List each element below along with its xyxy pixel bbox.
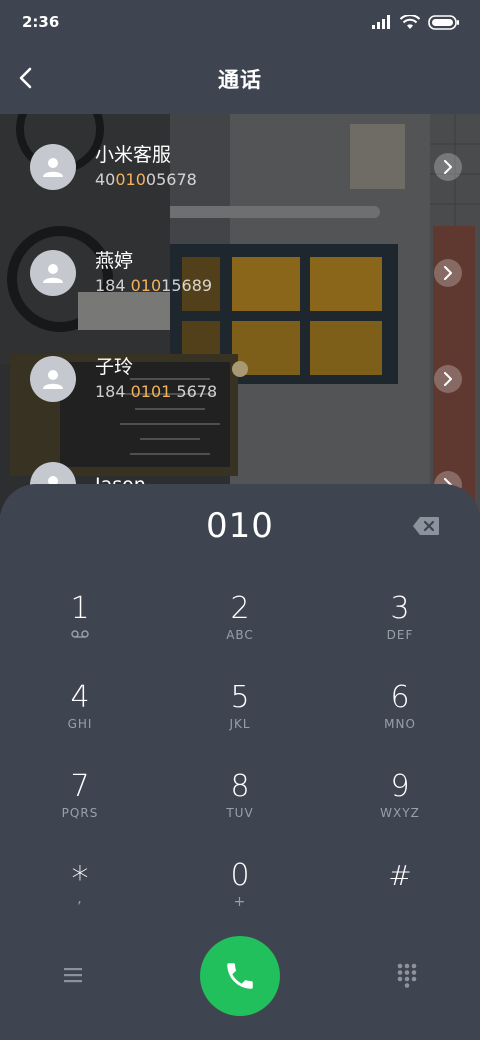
- key-0[interactable]: 0 +: [160, 859, 320, 947]
- chevron-right-icon: [444, 372, 452, 386]
- key-4[interactable]: 4 GHI: [0, 681, 160, 769]
- person-icon: [43, 158, 63, 177]
- wifi-icon: [400, 14, 420, 29]
- key-1[interactable]: 1: [0, 592, 160, 680]
- header: 通话: [0, 44, 480, 114]
- person-icon: [43, 370, 63, 389]
- contact-name: 燕婷: [95, 250, 134, 272]
- status-icons: [372, 14, 460, 30]
- key-6[interactable]: 6 MNO: [320, 681, 480, 769]
- back-button[interactable]: [12, 64, 40, 92]
- backspace-icon: [413, 517, 439, 535]
- avatar: [30, 250, 76, 296]
- page-title: 通话: [218, 68, 262, 92]
- avatar: [30, 144, 76, 190]
- match-highlight: 010: [115, 170, 146, 189]
- contact-results-list: 小米客服 4001005678 燕婷 184 01015689 子玲 184 0…: [0, 114, 480, 494]
- back-icon: [19, 67, 32, 89]
- key-3[interactable]: 3 DEF: [320, 592, 480, 680]
- contact-detail-button[interactable]: [434, 259, 462, 287]
- contact-detail-button[interactable]: [434, 365, 462, 393]
- contact-number: 184 01015689: [95, 276, 213, 295]
- call-button[interactable]: [200, 936, 280, 1016]
- chevron-right-icon: [444, 266, 452, 280]
- dialpad-toggle-button[interactable]: [396, 962, 418, 988]
- person-icon: [43, 264, 63, 283]
- list-item[interactable]: 燕婷 184 01015689: [0, 220, 480, 326]
- avatar: [30, 356, 76, 402]
- contact-name: 子玲: [95, 356, 134, 378]
- key-7[interactable]: 7 PQRS: [0, 770, 160, 858]
- dial-panel: 010 1 2 ABC 3 DEF 4 GHI 5 JKL 6 MNO 7 PQ…: [0, 484, 480, 1040]
- match-highlight: 0101: [130, 382, 172, 401]
- status-time: 2:36: [22, 13, 60, 31]
- chevron-right-icon: [444, 160, 452, 174]
- dialer-bottom-bar: [0, 936, 480, 1026]
- key-9[interactable]: 9 WXYZ: [320, 770, 480, 858]
- key-2[interactable]: 2 ABC: [160, 592, 320, 680]
- voicemail-icon: [71, 630, 89, 638]
- dialpad-icon: [397, 963, 417, 988]
- contact-number: 4001005678: [95, 170, 197, 189]
- battery-icon: [428, 14, 459, 30]
- backspace-button[interactable]: [412, 516, 440, 536]
- key-hash[interactable]: #: [320, 859, 480, 947]
- menu-button[interactable]: [62, 964, 84, 986]
- status-bar: 2:36: [0, 0, 480, 44]
- list-item[interactable]: 子玲 184 0101 5678: [0, 326, 480, 432]
- match-highlight: 010: [130, 276, 162, 295]
- contact-name: 小米客服: [95, 144, 172, 166]
- list-item[interactable]: 小米客服 4001005678: [0, 114, 480, 220]
- signal-icon: [372, 15, 390, 29]
- key-8[interactable]: 8 TUV: [160, 770, 320, 858]
- dialed-number: 010: [206, 506, 274, 546]
- key-star[interactable]: * ,: [0, 859, 160, 947]
- phone-icon: [227, 963, 253, 989]
- contact-detail-button[interactable]: [434, 153, 462, 181]
- key-5[interactable]: 5 JKL: [160, 681, 320, 769]
- contact-number: 184 0101 5678: [95, 382, 218, 401]
- menu-icon: [64, 968, 82, 983]
